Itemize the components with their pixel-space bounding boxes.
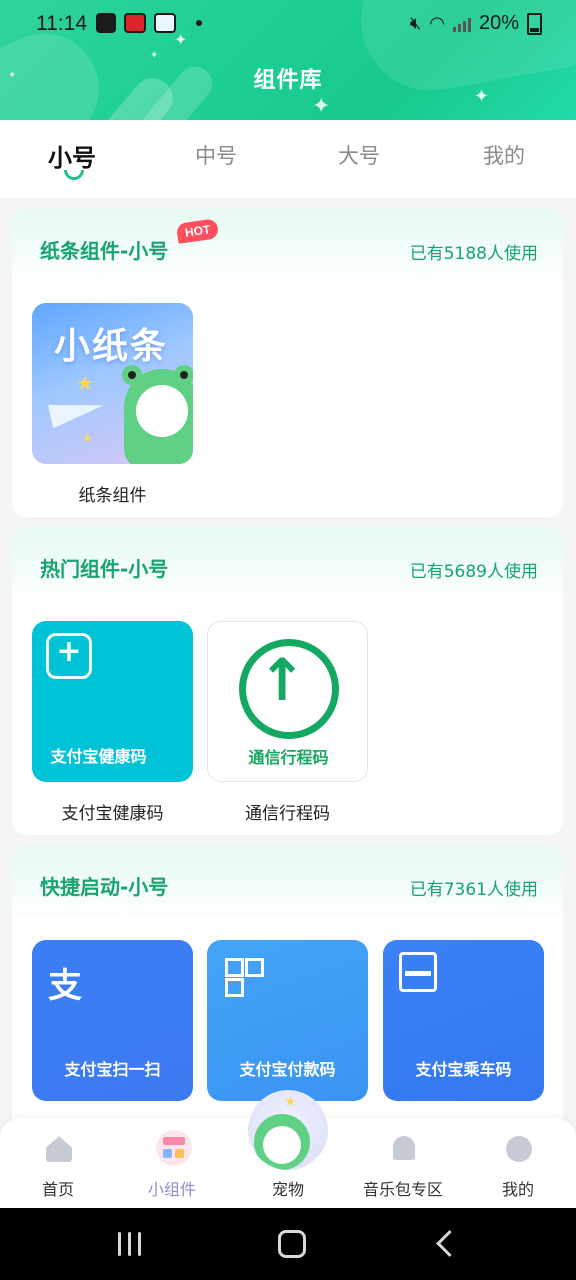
tab-medium[interactable]: 中号: [195, 140, 237, 170]
nav-music-zone[interactable]: 音乐包专区: [353, 1118, 453, 1208]
hot-badge: HOT: [175, 218, 220, 244]
tile-caption: 支付宝健康码: [61, 804, 164, 824]
section-header: 热门组件-小号 已有5689人使用: [12, 527, 563, 603]
active-tab-indicator: [64, 170, 84, 180]
frog-eye: [174, 365, 193, 385]
pet-frog-face: [263, 1126, 301, 1164]
profile-icon: [506, 1136, 532, 1162]
health-shield-icon: [46, 633, 92, 679]
app-header: ✦ ✦ ✦ ✦ ✦ 11:14 🔇︎ ◠ 20% 组件库: [0, 0, 576, 120]
tab-large[interactable]: 大号: [338, 140, 380, 170]
tile-inner-label: 通信行程码: [248, 748, 329, 767]
section-hot-widgets: 热门组件-小号 已有5689人使用 支付宝健康码 支付宝健康码 ↑ 通信行程码 …: [12, 527, 563, 835]
sparkle-icon: ✦: [150, 50, 159, 61]
section-paper-widgets: 纸条组件-小号 HOT 已有5188人使用 小纸条 ★ ★ 纸条组件: [12, 209, 563, 517]
nav-label: 我的: [501, 1180, 534, 1199]
home-button[interactable]: [278, 1230, 306, 1258]
trip-code-tile[interactable]: ↑ 通信行程码: [207, 621, 368, 782]
section-header: 快捷启动-小号 已有7361人使用: [12, 845, 563, 921]
qr-code-icon: [225, 958, 264, 997]
nav-profile[interactable]: 我的: [468, 1118, 568, 1208]
home-icon: [46, 1136, 72, 1162]
arrow-up-circle-icon: ↑: [239, 639, 339, 739]
arrow-up-icon: ↑: [257, 646, 307, 714]
alipay-paycode-tile[interactable]: 支付宝付款码: [207, 940, 368, 1101]
size-tabs: 小号 中号 大号 我的: [0, 120, 576, 198]
tile-inner-label: 支付宝乘车码: [415, 1060, 512, 1079]
system-navigation-bar: [0, 1208, 576, 1280]
nav-pet-button[interactable]: ★: [248, 1090, 328, 1170]
tile-inner-label: 支付宝付款码: [239, 1060, 336, 1079]
nav-label: 音乐包专区: [362, 1180, 443, 1199]
section-header: 纸条组件-小号 HOT 已有5188人使用: [12, 209, 563, 285]
nav-home[interactable]: 首页: [8, 1118, 108, 1208]
nav-widgets[interactable]: 小组件: [122, 1118, 222, 1208]
recent-apps-button[interactable]: [118, 1232, 144, 1256]
wifi-icon: ◠: [429, 13, 445, 33]
health-code-tile[interactable]: 支付宝健康码: [32, 621, 193, 782]
section-title: 纸条组件-小号: [40, 239, 169, 263]
frog-eye: [122, 365, 142, 385]
status-bar: 11:14 🔇︎ ◠ 20%: [0, 0, 576, 48]
star-icon: ★: [76, 371, 94, 395]
gallery-icon: [96, 13, 116, 33]
tile-inner-label: 支付宝健康码: [50, 747, 147, 766]
alipay-buscode-tile[interactable]: 支付宝乘车码: [383, 940, 544, 1101]
tab-small[interactable]: 小号: [48, 138, 96, 173]
widgets-icon: [156, 1130, 192, 1166]
back-button[interactable]: [436, 1230, 463, 1257]
more-notifications-icon: [196, 20, 202, 26]
section-title: 快捷启动-小号: [40, 875, 169, 899]
nav-label-pet[interactable]: 宠物: [238, 1176, 338, 1200]
alipay-logo-icon: 支: [48, 966, 82, 1006]
nav-label: 小组件: [147, 1180, 196, 1199]
signal-icon: [452, 16, 471, 32]
nav-label: 首页: [41, 1180, 74, 1199]
frog-face: [136, 385, 188, 437]
usage-count: 已有5188人使用: [409, 244, 538, 264]
tab-mine[interactable]: 我的: [483, 140, 525, 170]
app-notification-icon: [154, 13, 176, 33]
paper-tile-art-text: 小纸条: [54, 326, 169, 367]
sparkle-icon: ✦: [312, 94, 331, 119]
usage-count: 已有5689人使用: [409, 562, 538, 582]
status-time: 11:14: [36, 12, 87, 35]
bell-icon: [393, 1136, 415, 1160]
tile-inner-label: 支付宝扫一扫: [64, 1060, 161, 1079]
paper-plane-icon: [48, 393, 106, 429]
usage-count: 已有7361人使用: [409, 880, 538, 900]
section-title: 热门组件-小号: [40, 557, 169, 581]
paper-widget-tile[interactable]: 小纸条 ★ ★: [32, 303, 193, 464]
alipay-scan-tile[interactable]: 支 支付宝扫一扫: [32, 940, 193, 1101]
mute-icon: 🔇︎: [409, 13, 422, 33]
page-title: 组件库: [253, 68, 323, 93]
bus-icon: [399, 952, 437, 992]
battery-percent: 20%: [478, 12, 519, 34]
battery-icon: [527, 12, 542, 35]
app-notification-icon: [124, 13, 146, 33]
tile-caption: 纸条组件: [78, 486, 147, 506]
star-icon: ★: [284, 1094, 297, 1110]
star-icon: ★: [82, 431, 93, 445]
tile-caption: 通信行程码: [245, 804, 330, 824]
system-status-icons: 🔇︎ ◠ 20%: [410, 12, 542, 35]
notification-icons: [96, 13, 202, 33]
